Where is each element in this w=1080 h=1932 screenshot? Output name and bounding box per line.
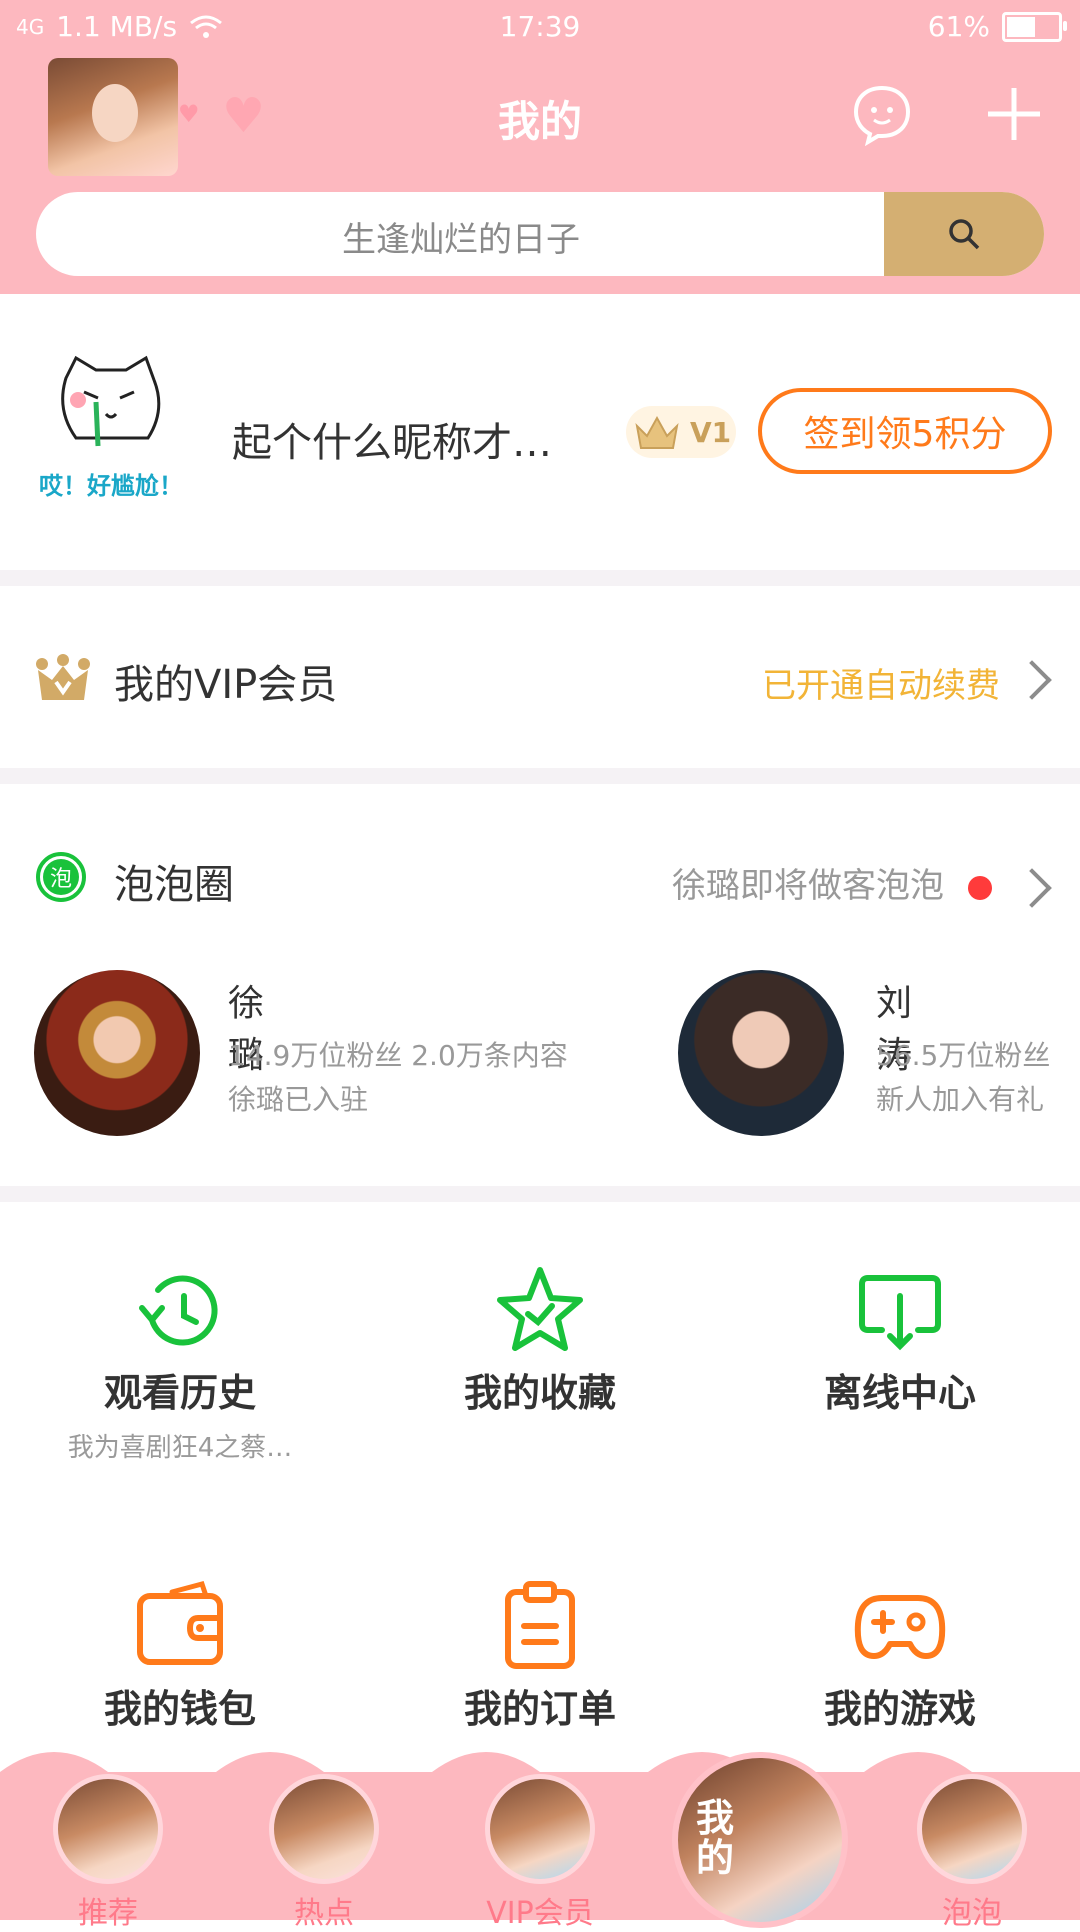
nav-label: VIP会员 xyxy=(486,1896,594,1931)
chat-bubble-icon xyxy=(853,85,911,147)
nav-avatar xyxy=(917,1774,1027,1884)
chevron-right-icon xyxy=(1012,868,1052,908)
bubble-row[interactable]: 泡 泡泡圈 徐璐即将做客泡泡 xyxy=(0,784,1080,966)
search-icon xyxy=(949,219,980,250)
offline-center-button[interactable]: 离线中心 xyxy=(720,1262,1080,1427)
grid-label: 观看历史 xyxy=(103,1371,256,1415)
favorites-button[interactable]: 我的收藏 xyxy=(360,1262,720,1427)
grid-label: 离线中心 xyxy=(823,1371,976,1415)
games-button[interactable]: 我的游戏 xyxy=(720,1578,1080,1733)
grid-label: 我的订单 xyxy=(463,1687,616,1731)
nav-label: 我的 xyxy=(696,1796,735,1880)
vip-row[interactable]: 我的VIP会员 已开通自动续费 xyxy=(0,586,1080,768)
chevron-right-icon xyxy=(1012,660,1052,700)
star-cards: 徐璐 14.9万位粉丝 2.0万条内容 徐璐已入驻 刘涛 56.5万位粉丝 新人… xyxy=(0,964,1080,1184)
sticker-caption: 哎！好尴尬！ xyxy=(39,472,183,500)
nav-avatar xyxy=(269,1774,379,1884)
wallet-button[interactable]: 我的钱包 xyxy=(0,1578,360,1733)
bubble-icon: 泡 xyxy=(36,852,86,902)
grid-label: 我的钱包 xyxy=(103,1687,256,1731)
notification-dot xyxy=(968,876,992,900)
checkin-button[interactable]: 签到领5积分 xyxy=(758,388,1052,474)
divider xyxy=(0,570,1080,586)
grid-label: 我的收藏 xyxy=(463,1371,616,1415)
download-icon xyxy=(859,1275,941,1351)
vip-status: 已开通自动续费 xyxy=(762,666,1000,706)
search-bar[interactable]: 生逢灿烂的日子 xyxy=(36,192,1044,276)
nav-avatar xyxy=(53,1774,163,1884)
nav-label: 泡泡 xyxy=(942,1896,1002,1931)
grid-label: 我的游戏 xyxy=(823,1687,976,1731)
battery-percent: 61% xyxy=(927,10,990,43)
star-avatar[interactable] xyxy=(34,970,200,1136)
profile-card[interactable]: 哎！好尴尬！ 起个什么昵称才… V1 签到领5积分 xyxy=(0,294,1080,570)
star-avatar[interactable] xyxy=(678,970,844,1136)
page-title: 我的 xyxy=(497,97,582,146)
level-badge[interactable]: V1 xyxy=(626,406,736,458)
nav-label: 热点 xyxy=(294,1896,354,1931)
nav-avatar xyxy=(485,1774,595,1884)
star-stats: 14.9万位粉丝 2.0万条内容 xyxy=(228,1039,568,1072)
message-button[interactable] xyxy=(850,82,914,147)
nav-tab-vip[interactable]: VIP会员 xyxy=(470,1774,610,1932)
clock: 17:39 xyxy=(499,10,581,43)
battery-icon xyxy=(1002,11,1067,42)
nav-tab-recommend[interactable]: 推荐 xyxy=(38,1774,178,1932)
plus-icon xyxy=(988,88,1040,140)
watch-history-button[interactable]: 观看历史 我为喜剧狂4之蔡… xyxy=(0,1262,360,1464)
nav-tab-hot[interactable]: 热点 xyxy=(254,1774,394,1932)
clipboard-icon xyxy=(505,1581,575,1669)
wallet-icon xyxy=(137,1580,223,1665)
grid-sublabel: 我为喜剧狂4之蔡… xyxy=(67,1433,293,1463)
status-bar: 4G 1.1 MB/s 17:39 61% xyxy=(0,0,1080,56)
bubble-icon-text: 泡 xyxy=(43,859,79,895)
level-text: V1 xyxy=(690,415,732,449)
nav-tab-bubble[interactable]: 泡泡 xyxy=(902,1774,1042,1932)
user-avatar[interactable]: 哎！好尴尬！ xyxy=(36,350,186,500)
header: 4G 1.1 MB/s 17:39 61% ♥ ♥ 我的 生逢灿烂的日子 xyxy=(0,0,1080,294)
nav-tab-mine[interactable]: 我的 xyxy=(672,1752,848,1928)
nickname[interactable]: 起个什么昵称才… xyxy=(232,410,552,468)
history-icon xyxy=(139,1275,218,1346)
divider xyxy=(0,1186,1080,1202)
nav-label: 推荐 xyxy=(78,1896,138,1931)
star-status: 新人加入有礼 xyxy=(876,1083,1045,1116)
divider xyxy=(0,768,1080,784)
vip-label: 我的VIP会员 xyxy=(114,662,338,708)
star-status: 徐璐已入驻 xyxy=(228,1083,369,1116)
gamepad-icon xyxy=(854,1595,946,1659)
search-input[interactable]: 生逢灿烂的日子 xyxy=(36,212,886,261)
crown-icon xyxy=(635,415,679,449)
bubble-notice: 徐璐即将做客泡泡 xyxy=(672,866,944,906)
search-button[interactable] xyxy=(884,192,1044,276)
orders-button[interactable]: 我的订单 xyxy=(360,1578,720,1733)
bubble-label: 泡泡圈 xyxy=(114,862,234,908)
star-icon xyxy=(497,1267,583,1351)
add-button[interactable] xyxy=(982,82,1046,146)
star-stats: 56.5万位粉丝 xyxy=(876,1039,1051,1072)
vip-crown-icon xyxy=(36,654,90,700)
